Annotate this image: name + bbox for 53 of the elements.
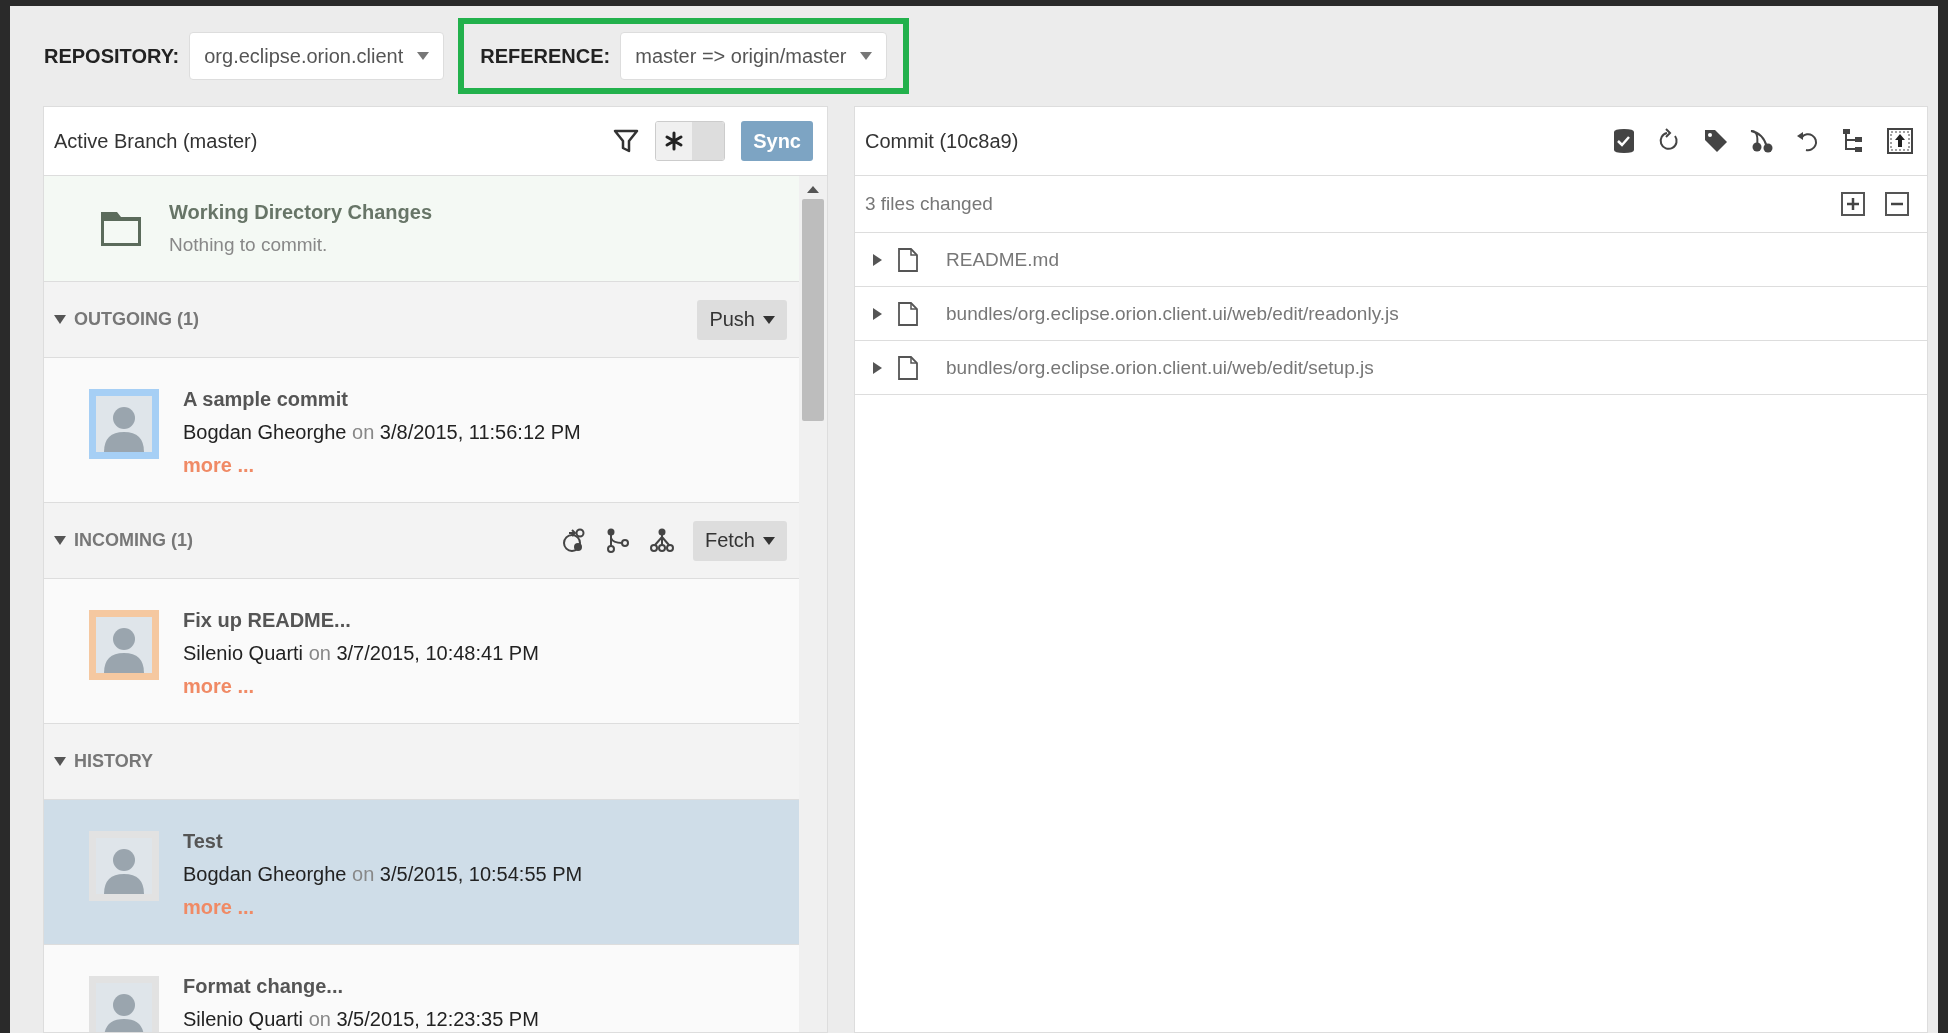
file-name[interactable]: bundles/org.eclipse.orion.client.ui/web/edit/readonly.js bbox=[946, 302, 1399, 325]
commit-title: Format change... bbox=[183, 974, 345, 999]
section-title: INCOMING (1) bbox=[74, 530, 193, 551]
asterisk-icon bbox=[664, 131, 685, 151]
commit-author-date: Silenio Quarti on 3/7/2015, 10:48:41 PM bbox=[183, 641, 539, 666]
files-changed-count: 3 files changed bbox=[865, 193, 994, 215]
upload-icon[interactable] bbox=[1887, 128, 1913, 154]
expand-toggle[interactable] bbox=[873, 307, 882, 320]
filter-icon[interactable] bbox=[613, 128, 640, 154]
working-directory-title: Working Directory Changes bbox=[169, 201, 433, 224]
commit-item[interactable]: Fix up README... Silenio Quarti on 3/7/2015, 10:48:41 PM more ... bbox=[44, 579, 799, 724]
commit-author-date: Bogdan Gheorghe on 3/5/2015, 10:54:55 PM bbox=[183, 862, 583, 887]
repository-dropdown[interactable]: org.eclipse.orion.client bbox=[189, 32, 445, 80]
cherry-icon[interactable] bbox=[1749, 128, 1775, 154]
commit-title: Fix up README... bbox=[183, 608, 352, 633]
expand-all-icon[interactable] bbox=[1841, 192, 1865, 216]
working-directory-status: Nothing to commit. bbox=[169, 234, 329, 256]
file-name[interactable]: README.md bbox=[946, 248, 1059, 271]
section-title: HISTORY bbox=[74, 751, 153, 772]
file-icon bbox=[898, 247, 918, 272]
expand-toggle[interactable] bbox=[54, 536, 66, 545]
file-icon bbox=[898, 301, 918, 326]
squash-icon[interactable] bbox=[648, 527, 675, 554]
repository-label: REPOSITORY: bbox=[44, 44, 180, 68]
collapse-all-icon[interactable] bbox=[1885, 192, 1909, 216]
merge-icon[interactable] bbox=[604, 527, 631, 554]
panel-title: Commit (10c8a9) bbox=[865, 129, 1020, 153]
working-directory-item[interactable]: Working Directory Changes Nothing to commit. bbox=[44, 176, 799, 282]
checklist-icon[interactable] bbox=[1611, 128, 1637, 154]
panel-title: Active Branch (master) bbox=[54, 129, 259, 153]
expand-toggle[interactable] bbox=[54, 757, 66, 766]
folder-icon bbox=[99, 209, 143, 248]
commit-item[interactable]: A sample commit Bogdan Gheorghe on 3/8/2015, 11:56:12 PM more ... bbox=[44, 358, 799, 503]
scrollbar[interactable] bbox=[799, 176, 827, 1032]
file-icon bbox=[898, 355, 918, 380]
commit-item[interactable]: Format change... Silenio Quarti on 3/5/2015, 12:23:35 PM bbox=[44, 945, 799, 1032]
view-toggle[interactable] bbox=[655, 121, 726, 161]
commit-item[interactable]: Test Bogdan Gheorghe on 3/5/2015, 10:54:55 PM more ... bbox=[44, 800, 799, 945]
reference-dropdown[interactable]: master => origin/master bbox=[620, 32, 888, 80]
commit-author-date: Silenio Quarti on 3/5/2015, 12:23:35 PM bbox=[183, 1007, 539, 1032]
expand-toggle[interactable] bbox=[873, 253, 882, 266]
commit-author-date: Bogdan Gheorghe on 3/8/2015, 11:56:12 PM bbox=[183, 420, 581, 445]
commit-title: Test bbox=[183, 829, 224, 854]
dropdown-button[interactable]: Push bbox=[697, 299, 787, 340]
reference-label: REFERENCE: bbox=[480, 44, 611, 68]
expand-toggle[interactable] bbox=[54, 315, 66, 324]
section-title: OUTGOING (1) bbox=[74, 309, 199, 330]
commit-title: A sample commit bbox=[183, 387, 349, 412]
tag-icon[interactable] bbox=[1703, 128, 1729, 154]
file-name[interactable]: bundles/org.eclipse.orion.client.ui/web/edit/setup.js bbox=[946, 356, 1374, 379]
expand-toggle[interactable] bbox=[873, 361, 882, 374]
rebase-icon[interactable] bbox=[560, 527, 587, 554]
dropdown-button[interactable]: Fetch bbox=[692, 520, 787, 561]
